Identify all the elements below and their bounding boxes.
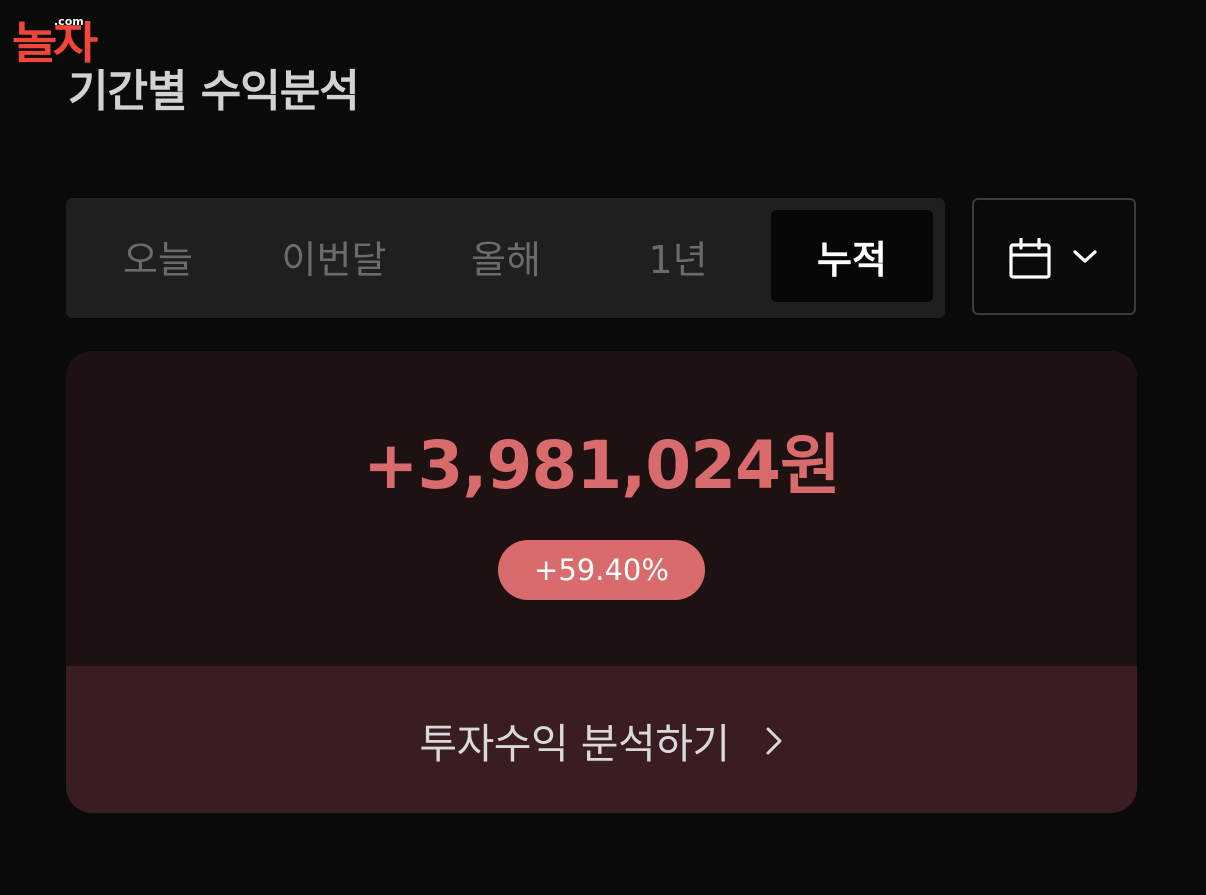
logo-mark: 놀자 [12,18,98,69]
calendar-icon [1008,237,1052,284]
date-range-button[interactable] [972,198,1136,315]
profit-summary-card: +3,981,024원 +59.40% 투자수익 분석하기 [66,351,1137,813]
analyze-investment-button[interactable]: 투자수익 분석하기 [66,666,1137,813]
tab-this-month[interactable]: 이번달 [248,210,420,302]
page-title: 기간별 수익분석 [68,66,360,117]
tab-one-year[interactable]: 1년 [598,210,758,302]
tab-today[interactable]: 오늘 [74,210,242,302]
tab-cumulative[interactable]: 누적 [771,210,933,302]
chevron-down-icon [1072,249,1098,269]
page: .com 놀자 기간별 수익분석 오늘 이번달 올해 1년 누적 +3,981,… [0,0,1206,895]
chevron-right-icon [764,725,784,761]
tab-this-year[interactable]: 올해 [426,210,586,302]
analyze-investment-label: 투자수익 분석하기 [419,719,730,768]
profit-summary: +3,981,024원 +59.40% [66,351,1137,666]
profit-rate-badge: +59.40% [498,540,705,600]
period-tabs: 오늘 이번달 올해 1년 누적 [66,198,945,318]
profit-amount: +3,981,024원 [363,427,841,504]
brand-logo[interactable]: .com 놀자 [12,8,152,69]
